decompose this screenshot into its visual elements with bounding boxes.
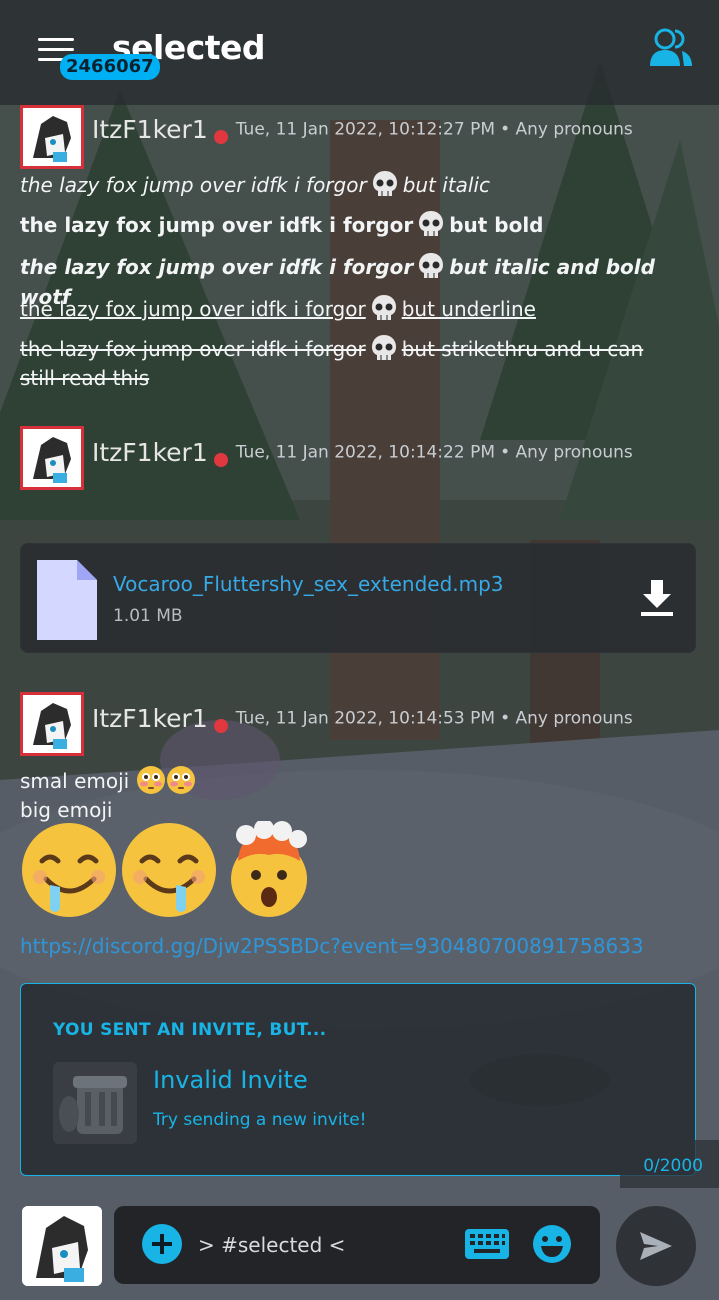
avatar[interactable] bbox=[20, 105, 84, 169]
message-input[interactable] bbox=[198, 1228, 448, 1262]
drooling-face-emoji-icon bbox=[122, 823, 216, 917]
file-attachment: Vocaroo_Fluttershy_sex_extended.mp3 1.01… bbox=[20, 543, 696, 653]
pronouns: • Any pronouns bbox=[500, 442, 633, 463]
invite-title: Invalid Invite bbox=[153, 1066, 308, 1094]
skull-icon bbox=[372, 171, 397, 196]
invite-heading: YOU SENT AN INVITE, BUT... bbox=[53, 1020, 327, 1040]
channel-id-badge: 2466067 bbox=[60, 54, 160, 80]
file-icon bbox=[37, 560, 97, 640]
message-list[interactable]: ItzF1ker1 Tue, 11 Jan 2022, 10:12:27 PM •… bbox=[0, 105, 719, 1180]
message-header: ItzF1ker1 Tue, 11 Jan 2022, 10:14:53 PM •… bbox=[92, 704, 633, 733]
username[interactable]: ItzF1ker1 bbox=[92, 438, 208, 467]
avatar[interactable] bbox=[20, 426, 84, 490]
members-icon[interactable] bbox=[648, 28, 694, 68]
dnd-status-dot bbox=[213, 130, 228, 144]
flushed-emoji-icon bbox=[166, 766, 195, 794]
invite-link[interactable]: https://discord.gg/Djw2PSSBDc?event=9304… bbox=[20, 934, 644, 958]
invite-embed: YOU SENT AN INVITE, BUT... Invalid Invit… bbox=[20, 983, 696, 1176]
message-group: ItzF1ker1 Tue, 11 Jan 2022, 10:12:27 PM •… bbox=[20, 105, 700, 395]
download-icon[interactable] bbox=[639, 578, 675, 618]
channel-header: selected 2466067 bbox=[0, 0, 719, 105]
message-composer bbox=[114, 1206, 600, 1284]
timestamp: Tue, 11 Jan 2022, 10:14:53 PM bbox=[235, 708, 495, 729]
send-icon bbox=[640, 1232, 672, 1260]
message-header: ItzF1ker1 Tue, 11 Jan 2022, 10:14:22 PM •… bbox=[92, 438, 633, 467]
emoji-picker-icon[interactable] bbox=[532, 1224, 572, 1264]
add-attachment-button[interactable] bbox=[142, 1224, 182, 1264]
avatar[interactable] bbox=[20, 692, 84, 756]
keyboard-icon[interactable] bbox=[464, 1228, 510, 1260]
character-counter: 0/2000 bbox=[620, 1140, 719, 1188]
pronouns: • Any pronouns bbox=[500, 708, 633, 729]
flushed-emoji-icon bbox=[136, 766, 165, 794]
skull-icon bbox=[371, 335, 396, 360]
send-button[interactable] bbox=[616, 1206, 696, 1286]
file-size: 1.01 MB bbox=[113, 606, 183, 626]
message-line: smal emoji bbox=[20, 765, 700, 796]
exploding-head-emoji-icon bbox=[231, 821, 307, 917]
username[interactable]: ItzF1ker1 bbox=[92, 704, 208, 733]
message-line-strikethrough-cont: still read this bbox=[20, 366, 150, 390]
message-line-italic: the lazy fox jump over idfk i forgor but … bbox=[20, 169, 700, 200]
drooling-face-emoji-icon bbox=[22, 823, 116, 917]
timestamp: Tue, 11 Jan 2022, 10:12:27 PM bbox=[235, 119, 495, 140]
dnd-status-dot bbox=[213, 453, 228, 467]
skull-icon bbox=[419, 211, 444, 236]
message-line-bold: the lazy fox jump over idfk i forgor but … bbox=[20, 209, 700, 240]
message-group: ItzF1ker1 Tue, 11 Jan 2022, 10:14:22 PM •… bbox=[20, 426, 700, 506]
big-emoji-row bbox=[20, 821, 320, 921]
composer-avatar[interactable] bbox=[22, 1206, 102, 1286]
invite-subtitle: Try sending a new invite! bbox=[153, 1110, 367, 1130]
dnd-status-dot bbox=[213, 719, 228, 733]
file-name-link[interactable]: Vocaroo_Fluttershy_sex_extended.mp3 bbox=[113, 572, 504, 596]
message-line-strikethrough: the lazy fox jump over idfk i forgor but … bbox=[20, 333, 700, 364]
skull-icon bbox=[371, 295, 396, 320]
timestamp: Tue, 11 Jan 2022, 10:14:22 PM bbox=[235, 442, 495, 463]
message-line-underline: the lazy fox jump over idfk i forgor but … bbox=[20, 293, 700, 324]
username[interactable]: ItzF1ker1 bbox=[92, 115, 208, 144]
skull-icon bbox=[419, 253, 444, 278]
invalid-invite-image bbox=[53, 1062, 137, 1144]
message-header: ItzF1ker1 Tue, 11 Jan 2022, 10:12:27 PM •… bbox=[92, 115, 633, 144]
pronouns: • Any pronouns bbox=[500, 119, 633, 140]
